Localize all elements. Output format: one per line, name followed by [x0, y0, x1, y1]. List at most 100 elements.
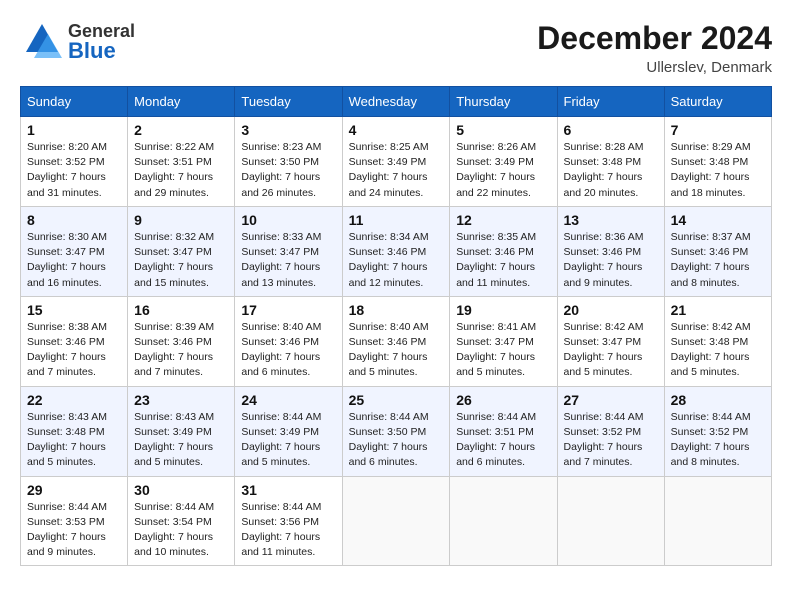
day-number: 1: [27, 122, 121, 138]
calendar-cell: 17 Sunrise: 8:40 AMSunset: 3:46 PMDayligh…: [235, 296, 342, 386]
calendar-cell: [557, 476, 664, 566]
day-info: Sunrise: 8:44 AMSunset: 3:52 PMDaylight:…: [671, 410, 765, 471]
calendar-cell: 5 Sunrise: 8:26 AMSunset: 3:49 PMDaylight…: [450, 117, 557, 207]
calendar-cell: 28Sunrise: 8:44 AMSunset: 3:52 PMDayligh…: [664, 386, 771, 476]
day-number: 2: [134, 122, 228, 138]
day-info: Sunrise: 8:44 AMSunset: 3:52 PMDaylight:…: [564, 410, 658, 471]
weekday-header-monday: Monday: [128, 87, 235, 117]
calendar-cell: [450, 476, 557, 566]
calendar-cell: 12Sunrise: 8:35 AMSunset: 3:46 PMDayligh…: [450, 206, 557, 296]
weekday-header-tuesday: Tuesday: [235, 87, 342, 117]
day-number: 25: [349, 392, 444, 408]
calendar-week-row: 1 Sunrise: 8:20 AMSunset: 3:52 PMDaylight…: [21, 117, 772, 207]
calendar-cell: 14Sunrise: 8:37 AMSunset: 3:46 PMDayligh…: [664, 206, 771, 296]
calendar-cell: 25Sunrise: 8:44 AMSunset: 3:50 PMDayligh…: [342, 386, 450, 476]
calendar-cell: 26 Sunrise: 8:44 AMSunset: 3:51 PMDayligh…: [450, 386, 557, 476]
day-info: Sunrise: 8:20 AMSunset: 3:52 PMDaylight:…: [27, 140, 121, 201]
weekday-header-row: SundayMondayTuesdayWednesdayThursdayFrid…: [21, 87, 772, 117]
calendar-cell: 11Sunrise: 8:34 AMSunset: 3:46 PMDayligh…: [342, 206, 450, 296]
day-number: 17: [241, 302, 335, 318]
day-info: Sunrise: 8:42 AMSunset: 3:47 PMDaylight:…: [564, 320, 658, 381]
day-info: Sunrise: 8:25 AMSunset: 3:49 PMDaylight:…: [349, 140, 444, 201]
day-info: Sunrise: 8:42 AMSunset: 3:48 PMDaylight:…: [671, 320, 765, 381]
day-info: Sunrise: 8:43 AMSunset: 3:49 PMDaylight:…: [134, 410, 228, 471]
month-title: December 2024: [537, 20, 772, 57]
calendar-cell: 15 Sunrise: 8:38 AMSunset: 3:46 PMDayligh…: [21, 296, 128, 386]
day-info: Sunrise: 8:44 AMSunset: 3:56 PMDaylight:…: [241, 500, 335, 561]
calendar-cell: 16Sunrise: 8:39 AMSunset: 3:46 PMDayligh…: [128, 296, 235, 386]
calendar-cell: 6Sunrise: 8:28 AMSunset: 3:48 PMDaylight…: [557, 117, 664, 207]
calendar-cell: 21Sunrise: 8:42 AMSunset: 3:48 PMDayligh…: [664, 296, 771, 386]
day-number: 3: [241, 122, 335, 138]
calendar-cell: 20 Sunrise: 8:42 AMSunset: 3:47 PMDayligh…: [557, 296, 664, 386]
calendar-table: SundayMondayTuesdayWednesdayThursdayFrid…: [20, 86, 772, 566]
day-info: Sunrise: 8:43 AMSunset: 3:48 PMDaylight:…: [27, 410, 121, 471]
day-info: Sunrise: 8:44 AMSunset: 3:49 PMDaylight:…: [241, 410, 335, 471]
calendar-cell: [664, 476, 771, 566]
day-info: Sunrise: 8:32 AMSunset: 3:47 PMDaylight:…: [134, 230, 228, 291]
title-block: December 2024 Ullerslev, Denmark: [537, 20, 772, 76]
location-subtitle: Ullerslev, Denmark: [537, 59, 772, 76]
page-header: General Blue December 2024 Ullerslev, De…: [20, 20, 772, 76]
weekday-header-thursday: Thursday: [450, 87, 557, 117]
day-number: 31: [241, 482, 335, 498]
calendar-cell: 8 Sunrise: 8:30 AMSunset: 3:47 PMDaylight…: [21, 206, 128, 296]
day-info: Sunrise: 8:38 AMSunset: 3:46 PMDaylight:…: [27, 320, 121, 381]
day-number: 20: [564, 302, 658, 318]
day-number: 10: [241, 212, 335, 228]
day-number: 9: [134, 212, 228, 228]
day-info: Sunrise: 8:40 AMSunset: 3:46 PMDaylight:…: [241, 320, 335, 381]
day-number: 18: [349, 302, 444, 318]
day-number: 4: [349, 122, 444, 138]
day-number: 19: [456, 302, 550, 318]
day-number: 27: [564, 392, 658, 408]
day-number: 8: [27, 212, 121, 228]
day-info: Sunrise: 8:23 AMSunset: 3:50 PMDaylight:…: [241, 140, 335, 201]
calendar-cell: 1 Sunrise: 8:20 AMSunset: 3:52 PMDaylight…: [21, 117, 128, 207]
day-number: 11: [349, 212, 444, 228]
weekday-header-saturday: Saturday: [664, 87, 771, 117]
logo-blue-text: Blue: [68, 40, 135, 62]
day-number: 26: [456, 392, 550, 408]
day-number: 6: [564, 122, 658, 138]
calendar-cell: 19 Sunrise: 8:41 AMSunset: 3:47 PMDayligh…: [450, 296, 557, 386]
day-number: 24: [241, 392, 335, 408]
weekday-header-friday: Friday: [557, 87, 664, 117]
calendar-cell: 3 Sunrise: 8:23 AMSunset: 3:50 PMDaylight…: [235, 117, 342, 207]
day-info: Sunrise: 8:39 AMSunset: 3:46 PMDaylight:…: [134, 320, 228, 381]
calendar-cell: 13 Sunrise: 8:36 AMSunset: 3:46 PMDayligh…: [557, 206, 664, 296]
calendar-cell: 27 Sunrise: 8:44 AMSunset: 3:52 PMDayligh…: [557, 386, 664, 476]
logo: General Blue: [20, 20, 135, 64]
calendar-cell: 10 Sunrise: 8:33 AMSunset: 3:47 PMDayligh…: [235, 206, 342, 296]
day-number: 7: [671, 122, 765, 138]
calendar-cell: 31 Sunrise: 8:44 AMSunset: 3:56 PMDayligh…: [235, 476, 342, 566]
calendar-cell: 24 Sunrise: 8:44 AMSunset: 3:49 PMDayligh…: [235, 386, 342, 476]
day-number: 29: [27, 482, 121, 498]
calendar-cell: 2Sunrise: 8:22 AMSunset: 3:51 PMDaylight…: [128, 117, 235, 207]
calendar-cell: 9 Sunrise: 8:32 AMSunset: 3:47 PMDaylight…: [128, 206, 235, 296]
day-number: 23: [134, 392, 228, 408]
day-info: Sunrise: 8:44 AMSunset: 3:51 PMDaylight:…: [456, 410, 550, 471]
calendar-cell: 22 Sunrise: 8:43 AMSunset: 3:48 PMDayligh…: [21, 386, 128, 476]
day-info: Sunrise: 8:29 AMSunset: 3:48 PMDaylight:…: [671, 140, 765, 201]
day-info: Sunrise: 8:40 AMSunset: 3:46 PMDaylight:…: [349, 320, 444, 381]
day-number: 14: [671, 212, 765, 228]
day-number: 15: [27, 302, 121, 318]
day-info: Sunrise: 8:26 AMSunset: 3:49 PMDaylight:…: [456, 140, 550, 201]
calendar-week-row: 22 Sunrise: 8:43 AMSunset: 3:48 PMDayligh…: [21, 386, 772, 476]
day-number: 5: [456, 122, 550, 138]
day-number: 13: [564, 212, 658, 228]
day-info: Sunrise: 8:36 AMSunset: 3:46 PMDaylight:…: [564, 230, 658, 291]
calendar-cell: 29 Sunrise: 8:44 AMSunset: 3:53 PMDayligh…: [21, 476, 128, 566]
calendar-week-row: 8 Sunrise: 8:30 AMSunset: 3:47 PMDaylight…: [21, 206, 772, 296]
day-info: Sunrise: 8:30 AMSunset: 3:47 PMDaylight:…: [27, 230, 121, 291]
day-number: 22: [27, 392, 121, 408]
weekday-header-sunday: Sunday: [21, 87, 128, 117]
day-info: Sunrise: 8:44 AMSunset: 3:54 PMDaylight:…: [134, 500, 228, 561]
logo-icon: [20, 20, 64, 64]
day-info: Sunrise: 8:33 AMSunset: 3:47 PMDaylight:…: [241, 230, 335, 291]
day-info: Sunrise: 8:41 AMSunset: 3:47 PMDaylight:…: [456, 320, 550, 381]
calendar-cell: 30Sunrise: 8:44 AMSunset: 3:54 PMDayligh…: [128, 476, 235, 566]
day-info: Sunrise: 8:44 AMSunset: 3:53 PMDaylight:…: [27, 500, 121, 561]
calendar-week-row: 15 Sunrise: 8:38 AMSunset: 3:46 PMDayligh…: [21, 296, 772, 386]
